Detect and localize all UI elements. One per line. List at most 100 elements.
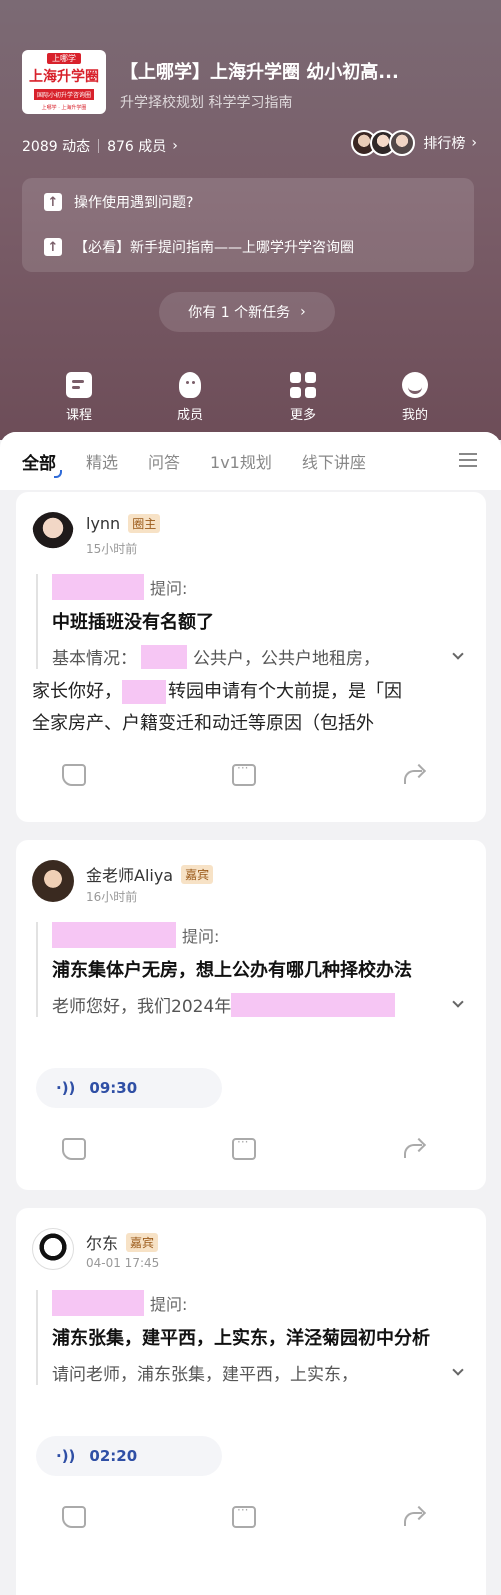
share-icon[interactable] — [400, 1506, 424, 1528]
filter-featured[interactable]: 精选 — [86, 449, 118, 473]
pin-up-icon: ↑ — [44, 238, 62, 256]
question-suffix: 提问: — [150, 1295, 188, 1314]
tab-label: 成员 — [176, 408, 203, 423]
member-icon — [179, 372, 201, 398]
logo-small: 上哪学 · 上海升学圈 — [41, 105, 87, 111]
share-icon[interactable] — [400, 764, 424, 786]
answer-line: 全家房产、户籍变迁和动迁等原因（包括外 — [32, 713, 374, 734]
notice-text: 操作使用遇到问题? — [74, 195, 194, 211]
question-body: 基本情况： 公共户，公共户地租房， — [52, 644, 466, 669]
redacted-text — [122, 680, 166, 704]
redacted-name — [52, 922, 176, 948]
tab-label: 更多 — [289, 408, 316, 423]
group-tabbar: 课程 成员 更多 我的 — [0, 360, 501, 430]
chevron-right-icon: › — [471, 135, 477, 151]
pin-up-icon: ↑ — [44, 193, 62, 211]
voice-player[interactable]: ·)) 02:20 — [36, 1436, 222, 1476]
notice-item[interactable]: ↑ 【必看】新手提问指南——上哪学升学咨询圈 — [44, 237, 354, 257]
tab-members[interactable]: 成员 — [160, 372, 220, 423]
question-suffix: 提问: — [182, 927, 220, 946]
voice-duration: 09:30 — [89, 1079, 138, 1097]
question-quote[interactable]: 提问: 中班插班没有名额了 基本情况： 公共户，公共户地租房， — [36, 574, 466, 669]
redacted-text — [141, 644, 187, 669]
question-header: 提问: — [52, 922, 466, 948]
role-badge: 嘉宾 — [181, 864, 214, 884]
role-badge: 嘉宾 — [126, 1232, 159, 1252]
comment-icon[interactable] — [232, 1503, 256, 1528]
filter-all[interactable]: 全部 — [22, 449, 62, 478]
answer-text: 家长你好， 转园申请有个大前提，是「因 全家房产、户籍变迁和动迁等原因（包括外 — [32, 676, 472, 740]
question-header: 提问: — [52, 574, 466, 600]
author-name[interactable]: 金老师Aliya 嘉宾 — [86, 862, 214, 886]
tab-course[interactable]: 课程 — [49, 372, 109, 423]
avatar[interactable] — [32, 512, 74, 554]
logo-title: 上海升学圈 — [29, 69, 99, 85]
share-icon[interactable] — [400, 1138, 424, 1160]
filter-tabs: 全部 精选 问答 1v1规划 线下讲座 — [0, 432, 501, 490]
filter-1v1[interactable]: 1v1规划 — [210, 449, 272, 473]
notice-panel: ↑ 操作使用遇到问题? ↑ 【必看】新手提问指南——上哪学升学咨询圈 — [22, 178, 474, 272]
avatar[interactable] — [32, 860, 74, 902]
tab-label: 我的 — [401, 408, 428, 423]
voice-icon: ·)) — [56, 1079, 76, 1097]
logo-strip: 国际小初升学咨询圈 — [33, 89, 94, 100]
expand-icon[interactable] — [452, 648, 464, 660]
notice-item[interactable]: ↑ 操作使用遇到问题? — [44, 192, 193, 212]
logo-tag: 上哪学 — [47, 53, 81, 64]
tab-label: 课程 — [65, 408, 92, 423]
author-label: 金老师Aliya — [86, 866, 174, 885]
filter-lecture[interactable]: 线下讲座 — [302, 449, 366, 473]
post-card[interactable]: 金老师Aliya 嘉宾 16小时前 提问: 浦东集体户无房，想上公办有哪几种择校… — [16, 840, 486, 1190]
filter-qa[interactable]: 问答 — [148, 449, 180, 473]
task-label: 你有 1 个新任务 — [188, 305, 291, 321]
new-task-button[interactable]: 你有 1 个新任务 › — [159, 292, 335, 332]
chevron-right-icon: › — [300, 304, 306, 320]
notice-text: 【必看】新手提问指南——上哪学升学咨询圈 — [74, 240, 354, 256]
question-body-prefix: 老师您好，我们2024年 — [52, 997, 232, 1017]
expand-icon[interactable] — [452, 996, 464, 1008]
course-icon — [66, 372, 92, 398]
like-icon[interactable] — [62, 1506, 86, 1528]
member-count: 876 成员 — [107, 139, 167, 155]
post-card[interactable]: 尔东 嘉宾 04-01 17:45 提问: 浦东张集，建平西，上实东，洋泾菊园初… — [16, 1208, 486, 1595]
feed: 全部 精选 问答 1v1规划 线下讲座 lynn 圈主 15小时前 提问: 中班… — [0, 432, 501, 1595]
group-logo: 上哪学 上海升学圈 国际小初升学咨询圈 上哪学 · 上海升学圈 — [22, 50, 106, 114]
ranking-avatars — [351, 130, 416, 156]
group-title: 【上哪学】上海升学圈 幼小初高... — [120, 62, 399, 83]
question-quote[interactable]: 提问: 浦东张集，建平西，上实东，洋泾菊园初中分析 请问老师，浦东张集，建平西，… — [36, 1290, 466, 1385]
ranking-link[interactable]: 排行榜 › — [351, 130, 477, 156]
expand-icon[interactable] — [452, 1364, 464, 1376]
like-icon[interactable] — [62, 764, 86, 786]
avatar[interactable] — [32, 1228, 74, 1270]
like-icon[interactable] — [62, 1138, 86, 1160]
question-body: 老师您好，我们2024年 — [52, 992, 466, 1017]
group-subtitle: 升学择校规划 科学学习指南 — [120, 95, 293, 111]
question-title: 中班插班没有名额了 — [52, 612, 214, 633]
voice-player[interactable]: ·)) 09:30 — [36, 1068, 222, 1108]
question-header: 提问: — [52, 1290, 466, 1316]
author-name[interactable]: lynn 圈主 — [86, 514, 161, 533]
group-stats[interactable]: 2089 动态 876 成员 › — [22, 136, 178, 156]
answer-prefix: 家长你好， — [32, 681, 122, 702]
comment-icon[interactable] — [232, 761, 256, 786]
redacted-name — [52, 1290, 144, 1316]
author-label: lynn — [86, 514, 121, 533]
post-count: 2089 动态 — [22, 139, 91, 155]
tab-mine[interactable]: 我的 — [385, 372, 445, 423]
post-card[interactable]: lynn 圈主 15小时前 提问: 中班插班没有名额了 基本情况： 公共户，公共… — [16, 492, 486, 822]
profile-icon — [402, 372, 428, 398]
author-name[interactable]: 尔东 嘉宾 — [86, 1230, 159, 1254]
post-actions — [16, 1135, 486, 1168]
comment-icon[interactable] — [232, 1135, 256, 1160]
chevron-right-icon: › — [172, 138, 178, 154]
menu-icon[interactable] — [459, 453, 477, 467]
post-time: 16小时前 — [86, 890, 138, 904]
post-time: 04-01 17:45 — [86, 1256, 160, 1270]
tab-more[interactable]: 更多 — [273, 372, 333, 423]
redacted-name — [52, 574, 144, 600]
post-actions — [16, 1503, 486, 1536]
question-quote[interactable]: 提问: 浦东集体户无房，想上公办有哪几种择校办法 老师您好，我们2024年 — [36, 922, 466, 1017]
author-label: 尔东 — [86, 1234, 119, 1253]
divider — [98, 139, 100, 153]
question-title: 浦东张集，建平西，上实东，洋泾菊园初中分析 — [52, 1328, 430, 1349]
